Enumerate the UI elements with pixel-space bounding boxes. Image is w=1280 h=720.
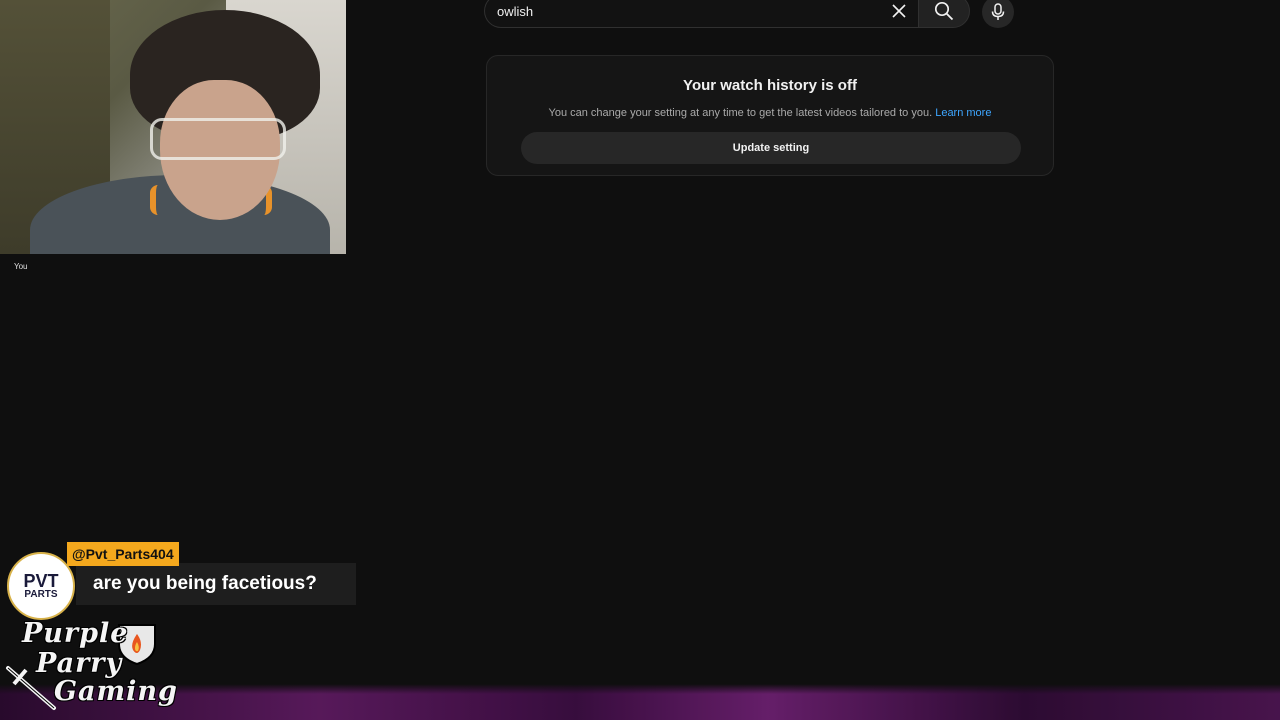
watch-history-card: Your watch history is off You can change… [486,55,1054,176]
chat-avatar: PVT PARTS [7,552,75,620]
channel-logo: Purple Parry Gaming [4,618,177,712]
watch-history-title: Your watch history is off [683,77,857,94]
search-button[interactable] [918,0,970,28]
search-icon [934,1,954,21]
avatar-line-2: PARTS [24,589,58,600]
avatar-line-1: PVT [23,571,59,591]
update-setting-button[interactable]: Update setting [521,132,1021,164]
webcam-feed [0,0,346,254]
search-box [484,0,918,28]
learn-more-link[interactable]: Learn more [935,107,991,119]
watch-history-description: You can change your setting at any time … [487,107,1053,119]
logo-line-2: Parry [36,648,123,679]
search-input[interactable] [497,3,884,19]
clear-search-button[interactable] [884,0,914,28]
logo-line-1: Purple [22,618,129,649]
bottom-glow-bar [0,684,1280,720]
chat-message: are you being facetious? [76,563,356,605]
voice-search-button[interactable] [982,0,1014,28]
webcam-label: You [14,262,28,271]
close-icon [892,4,906,18]
search-bar [484,0,970,28]
logo-line-3: Gaming [54,676,178,707]
watch-history-description-text: You can change your setting at any time … [548,107,933,119]
chat-username: @Pvt_Parts404 [67,542,179,566]
webcam-person-glasses [150,118,286,160]
microphone-icon [991,3,1005,20]
screen: You Your watch history is off [0,0,1280,720]
